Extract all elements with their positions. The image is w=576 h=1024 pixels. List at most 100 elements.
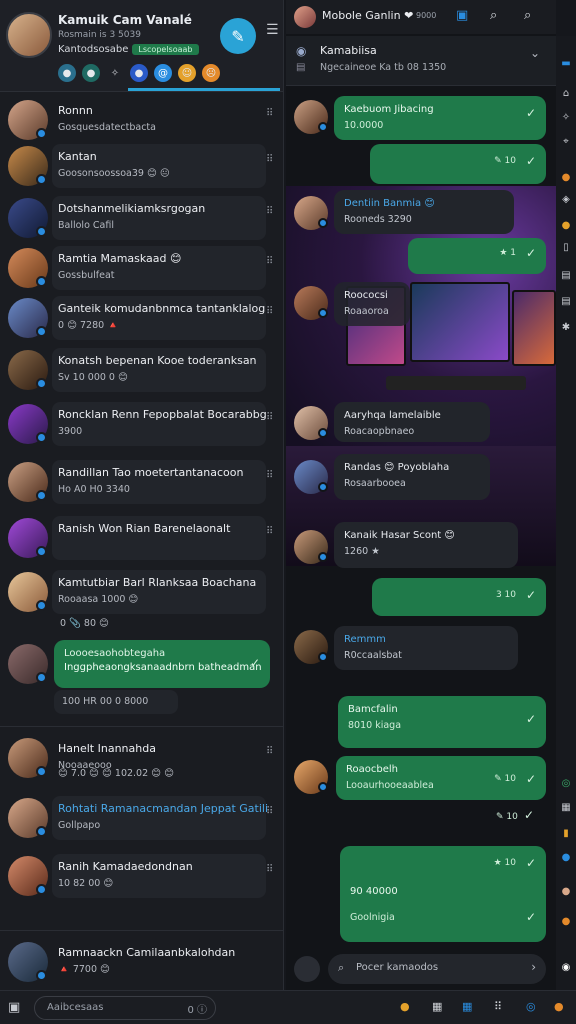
reaction-icon[interactable]: ● bbox=[58, 64, 76, 82]
sidebar-toggle-icon[interactable]: ▣ bbox=[8, 1000, 20, 1015]
reaction-icon[interactable]: ● bbox=[130, 64, 148, 82]
reaction-icon[interactable]: ● bbox=[82, 64, 100, 82]
chat-row[interactable]: Rohtati Ramanacmandan Jeppat Gatili Goll… bbox=[0, 794, 283, 846]
at-icon[interactable]: @ bbox=[154, 64, 172, 82]
pin-icon[interactable]: ⌖ bbox=[559, 134, 573, 148]
drag-handle-icon[interactable]: ⠿ bbox=[266, 256, 273, 267]
chat-header[interactable]: ◉ ▤ Kamabiisa Ngecaineoe Ka tb 08 1350 ⌄ bbox=[286, 36, 556, 86]
message-bubble-out[interactable]: Bamcfalin 8010 kiaga ✓ bbox=[338, 696, 546, 748]
check-icon: ✓ bbox=[525, 910, 536, 924]
chat-row[interactable]: Ramtia Mamaskaad 😊 Gossbulfeat ⠿ bbox=[0, 244, 283, 296]
profile-avatar[interactable] bbox=[6, 12, 52, 58]
chat-title: Kantan bbox=[58, 150, 97, 163]
message-bubble-in[interactable]: Kanaik Hasar Scont 😊 1260 ★ bbox=[334, 522, 518, 568]
list-icon[interactable]: ▤ bbox=[559, 294, 573, 308]
message-text: 8010 kiaga bbox=[348, 720, 402, 731]
drag-handle-icon[interactable]: ⠿ bbox=[266, 526, 273, 537]
check-icon: ✓ bbox=[249, 656, 260, 670]
drag-handle-icon[interactable]: ⠿ bbox=[266, 746, 273, 757]
check-icon: ✓ bbox=[525, 588, 536, 602]
message-bubble-out[interactable]: Kaebuom Jibacing 10.0000 ✓ bbox=[334, 96, 546, 140]
pin-icon[interactable]: ✧ bbox=[559, 110, 573, 124]
smile-icon[interactable]: ☺ bbox=[178, 64, 196, 82]
top-bar-badge: 9000 bbox=[416, 11, 437, 20]
message-input[interactable]: ⌕ Pocer kamaodos › bbox=[328, 954, 546, 984]
sad-icon[interactable]: ☹ bbox=[202, 64, 220, 82]
message-bubble-in[interactable]: Randas 😊 Poyoblaha Rosaarbooea bbox=[334, 454, 490, 500]
grid-icon[interactable]: ⠿ bbox=[494, 1000, 502, 1013]
message-input-placeholder: Pocer kamaodos bbox=[356, 962, 439, 973]
chat-icon[interactable]: ● bbox=[559, 850, 573, 864]
drag-handle-icon[interactable]: ⠿ bbox=[266, 108, 273, 119]
star-icon[interactable]: ✧ bbox=[106, 64, 124, 82]
message-bubble-in[interactable]: Roococsi Roaaoroa bbox=[334, 282, 410, 326]
message-bubble-out[interactable]: ✎ 10 ✓ bbox=[370, 144, 546, 184]
chat-title: Ronnn bbox=[58, 104, 93, 117]
verified-badge-icon bbox=[36, 490, 47, 501]
selected-chat-card[interactable]: Loooesaohobtegaha Inggpheaongksanaadnbrn… bbox=[54, 640, 270, 688]
message-bubble-in[interactable]: Aaryhqa lamelaible Roacaopbnaeo bbox=[334, 402, 490, 442]
fire-icon[interactable]: ● bbox=[554, 1000, 564, 1013]
chat-title: Ranih Kamadaedondnan bbox=[58, 860, 193, 873]
image-icon[interactable]: ▦ bbox=[432, 1000, 442, 1013]
whatsapp-icon[interactable]: ◎ bbox=[559, 776, 573, 790]
drag-handle-icon[interactable]: ⠿ bbox=[266, 470, 273, 481]
chevron-down-icon[interactable]: ⌄ bbox=[530, 46, 540, 60]
chat-row[interactable]: Randillan Tao moetertantanacoon Ho A0 H0… bbox=[0, 458, 283, 510]
star-icon[interactable]: ● bbox=[559, 218, 573, 232]
chat-row[interactable]: Ranih Kamadaedondnan 10 82 00 😊 ⠿ bbox=[0, 852, 283, 904]
bookmark-icon[interactable]: ⌂ bbox=[559, 86, 573, 100]
chat-row[interactable]: Kamtutbiar Barl Rlanksaa Boachana Rooaas… bbox=[0, 568, 283, 620]
phone-icon[interactable]: ▯ bbox=[559, 240, 573, 254]
avatar[interactable] bbox=[294, 956, 320, 982]
message-bubble-out[interactable]: ★ 1 ✓ bbox=[408, 238, 546, 274]
grid-icon[interactable]: ▦ bbox=[559, 800, 573, 814]
message-bubble-out[interactable]: 3 10 ✓ bbox=[372, 578, 546, 616]
chat-row[interactable]: Ranish Won Rian Barenelaonalt ⠿ bbox=[0, 514, 283, 566]
drag-handle-icon[interactable]: ⠿ bbox=[266, 412, 273, 423]
chat-row[interactable]: Ramnaackn Camilaanbkalohdan 🔺 7700 😊 bbox=[0, 938, 283, 990]
search-icon[interactable]: ⌕ bbox=[490, 8, 497, 23]
message-bubble-in[interactable]: Remmm R0ccaalsbat bbox=[334, 626, 518, 670]
fire-icon[interactable]: ● bbox=[559, 170, 573, 184]
bottom-search-input[interactable]: Aaibcesaas 0 ⓘ bbox=[34, 996, 216, 1020]
chevron-right-icon[interactable]: › bbox=[531, 960, 536, 974]
panel-icon[interactable]: ▣ bbox=[456, 8, 468, 23]
drag-handle-icon[interactable]: ⠿ bbox=[266, 206, 273, 217]
sound-icon[interactable]: ◈ bbox=[559, 192, 573, 206]
doc-icon[interactable]: ▮ bbox=[559, 826, 573, 840]
fire-icon[interactable]: ● bbox=[559, 914, 573, 928]
chat-row[interactable]: Ganteik komudanbnmca tantanklalog 0 😊 72… bbox=[0, 294, 283, 346]
profile-reactions: ● ● ✧ ● @ ☺ ☹ bbox=[58, 64, 220, 82]
drag-handle-icon[interactable]: ⠿ bbox=[266, 154, 273, 165]
chat-row[interactable]: Kantan Goosonsoossoa39 😊 😐 ⠿ bbox=[0, 142, 283, 194]
avatar bbox=[294, 286, 328, 320]
message-bubble-out[interactable]: Roaocbelh Looaurhooeaablea ✎ 10 ✓ bbox=[336, 756, 546, 800]
bottom-search-placeholder: Aaibcesaas bbox=[47, 1002, 104, 1013]
chat-row[interactable]: Roncklan Renn Fepopbalat Bocarabbg 3900 … bbox=[0, 400, 283, 452]
message-bubble-out[interactable]: ★ 10 ✓ 90 40000 Goolnigia ✓ bbox=[340, 846, 546, 942]
avatar[interactable]: ● bbox=[559, 884, 573, 898]
chat-row[interactable]: Konatsh bepenan Kooe toderanksan Sv 10 0… bbox=[0, 346, 283, 398]
settings-icon[interactable]: ✱ bbox=[559, 320, 573, 334]
chat-row[interactable]: Dotshanmelikiamksrgogan Ballolo Cafil ⠿ bbox=[0, 194, 283, 246]
message-text: Kaebuom Jibacing bbox=[344, 104, 434, 115]
message-text: Bamcfalin bbox=[348, 704, 398, 715]
check-icon: ✓ bbox=[525, 106, 536, 120]
chat-row[interactable]: Ronnn Gosquesdatectbacta ⠿ bbox=[0, 96, 283, 148]
calendar-icon[interactable]: ▦ bbox=[462, 1000, 472, 1013]
copy-icon[interactable]: ▤ bbox=[559, 268, 573, 282]
search-icon[interactable]: ⌕ bbox=[524, 8, 531, 23]
hamburger-icon[interactable]: ☰ bbox=[266, 22, 279, 38]
message-bubble-in[interactable]: Dentiin Banmia 😊 Rooneds 3290 bbox=[334, 190, 514, 234]
app-icon[interactable]: ● bbox=[400, 1000, 410, 1013]
drag-handle-icon[interactable]: ⠿ bbox=[266, 864, 273, 875]
compass-icon[interactable]: ◎ bbox=[526, 1000, 536, 1013]
info-icon[interactable]: ◉ bbox=[559, 960, 573, 974]
message-time: ✎ 10 bbox=[494, 774, 516, 784]
pencil-icon[interactable]: ✎ bbox=[220, 18, 256, 54]
folder-icon[interactable]: ▬ bbox=[559, 56, 573, 70]
drag-handle-icon[interactable]: ⠿ bbox=[266, 306, 273, 317]
drag-handle-icon[interactable]: ⠿ bbox=[266, 806, 273, 817]
avatar[interactable] bbox=[294, 6, 316, 28]
